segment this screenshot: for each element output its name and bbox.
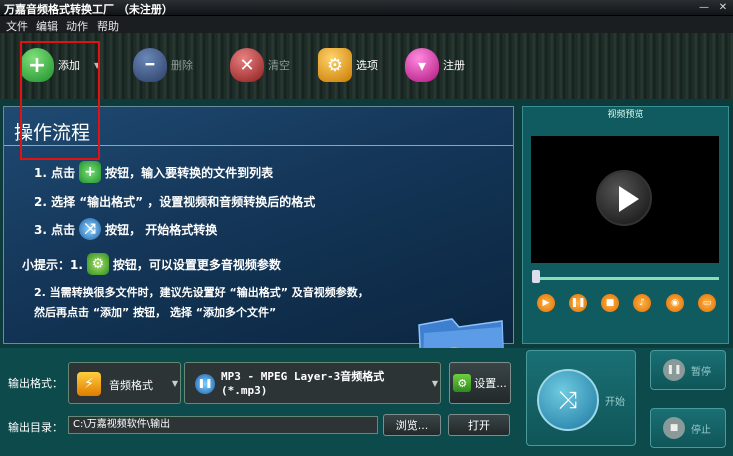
step-3: 3. 点击 ⤨ 按钮， 开始格式转换 <box>34 218 217 240</box>
codec-select[interactable]: ❚❚ MP3 - MPEG Layer-3音频格式 (*.mp3) ▼ <box>184 362 441 404</box>
codec-value: MP3 - MPEG Layer-3音频格式 (*.mp3) <box>221 370 421 398</box>
video-preview-panel: 视频预览 ▶ ❚❚ ■ ♪ ◉ ▭ <box>522 106 729 344</box>
format-category-select[interactable]: ⚡ 音频格式 ▼ <box>68 362 181 404</box>
clear-x-icon: ✕ <box>230 48 264 82</box>
output-dir-field[interactable]: C:\万嘉视频软件\输出 <box>68 416 378 434</box>
mp3-icon: ❚❚ <box>195 374 215 394</box>
tip-2-line2: 然后再点击 “添加” 按钮， 选择 “添加多个文件” <box>34 306 277 319</box>
seek-handle[interactable] <box>532 270 540 283</box>
chevron-down-icon[interactable]: ▼ <box>172 379 178 388</box>
convert-icon: ⤨ <box>79 218 102 240</box>
format-category-value: 音频格式 <box>109 379 153 392</box>
register-label: 注册 <box>443 59 465 72</box>
menu-action[interactable]: 动作 <box>66 18 88 34</box>
step3-text-a: 3. 点击 <box>34 222 76 237</box>
stop-button-icon[interactable]: ■ <box>601 294 619 312</box>
clear-button[interactable]: ✕ 清空 <box>230 45 290 85</box>
settings-button[interactable]: ⚙ 设置... <box>449 362 511 404</box>
seek-bar[interactable] <box>533 277 719 280</box>
step1-text-a: 1. 点击 <box>34 165 76 180</box>
clear-label: 清空 <box>268 59 290 72</box>
options-label: 选项 <box>356 59 378 72</box>
step1-text-b: 按钮，输入要转换的文件到列表 <box>105 165 274 180</box>
delete-label: 删除 <box>171 59 193 72</box>
delete-shield-icon: ━ <box>133 48 167 82</box>
minimize-button[interactable]: — <box>697 2 711 14</box>
tip-2-line1: 2. 当需转换很多文件时，建议先设置好 “输出格式” 及音视频参数， <box>34 286 369 299</box>
output-area: 输出格式： ⚡ 音频格式 ▼ ❚❚ MP3 - MPEG Layer-3音频格式… <box>0 348 733 456</box>
step3-text-b: 按钮， 开始格式转换 <box>105 222 218 237</box>
register-basket-icon: ▾ <box>405 48 439 82</box>
close-button[interactable]: ✕ <box>716 2 730 14</box>
preview-title: 视频预览 <box>607 110 644 120</box>
audio-format-icon: ⚡ <box>77 372 101 396</box>
pause-label: 暂停 <box>691 366 711 378</box>
stop-label: 停止 <box>691 424 711 436</box>
menu-edit[interactable]: 编辑 <box>36 18 58 34</box>
add-icon: + <box>79 161 102 183</box>
menu-help[interactable]: 帮助 <box>97 18 119 34</box>
gear-icon: ⚙ <box>318 48 352 82</box>
play-triangle <box>619 186 639 212</box>
step-1: 1. 点击 + 按钮，输入要转换的文件到列表 <box>34 161 273 183</box>
camera-icon[interactable]: ◉ <box>666 294 684 312</box>
folder-icon[interactable]: ▭ <box>698 294 716 312</box>
tip1-text-b: 按钮，可以设置更多音视频参数 <box>112 257 281 272</box>
menu-bar: 文件 编辑 动作 帮助 <box>0 16 733 33</box>
tip-1: 小提示：1. ⚙ 按钮，可以设置更多音视频参数 <box>22 253 281 275</box>
volume-icon[interactable]: ♪ <box>633 294 651 312</box>
menu-file[interactable]: 文件 <box>6 18 28 34</box>
title-bar: 万嘉音频格式转换工厂 （未注册） — ✕ <box>0 0 733 16</box>
tip1-text-a: 小提示：1. <box>22 257 83 272</box>
codec-line2: (*.mp3) <box>221 384 268 397</box>
pause-button[interactable]: ❚❚ 暂停 <box>650 350 726 390</box>
options-button[interactable]: ⚙ 选项 <box>318 45 378 85</box>
highlight-box <box>20 41 100 160</box>
pause-button-icon[interactable]: ❚❚ <box>569 294 587 312</box>
convert-icon: ⤨ <box>537 369 599 431</box>
toolbar: + 添加 ▼ ━ 删除 ✕ 清空 ⚙ 选项 ▾ 注册 <box>0 33 733 99</box>
register-button[interactable]: ▾ 注册 <box>405 45 465 85</box>
step2-text: 2. 选择 “输出格式” ，设置视频和音频转换后的格式 <box>34 195 316 209</box>
play-icon[interactable] <box>596 170 652 226</box>
video-screen <box>531 136 719 263</box>
pause-icon: ❚❚ <box>663 359 685 381</box>
play-button-icon[interactable]: ▶ <box>537 294 555 312</box>
settings-label: 设置... <box>474 377 507 390</box>
chevron-down-icon[interactable]: ▼ <box>432 379 438 388</box>
settings-gear-icon: ⚙ <box>86 253 109 275</box>
gear-icon: ⚙ <box>453 374 472 392</box>
browse-button[interactable]: 浏览... <box>383 414 441 436</box>
output-dir-label: 输出目录： <box>8 421 63 434</box>
delete-button[interactable]: ━ 删除 <box>133 45 193 85</box>
step-2: 2. 选择 “输出格式” ，设置视频和音频转换后的格式 <box>34 193 315 210</box>
start-button[interactable]: ⤨ 开始 <box>526 350 636 446</box>
output-format-label: 输出格式： <box>8 377 63 390</box>
codec-line1: MP3 - MPEG Layer-3音频格式 <box>221 370 385 383</box>
open-button[interactable]: 打开 <box>448 414 510 436</box>
stop-button[interactable]: ■ 停止 <box>650 408 726 448</box>
stop-icon: ■ <box>663 417 685 439</box>
window-title: 万嘉音频格式转换工厂 （未注册） <box>4 3 173 16</box>
start-label: 开始 <box>605 397 625 408</box>
